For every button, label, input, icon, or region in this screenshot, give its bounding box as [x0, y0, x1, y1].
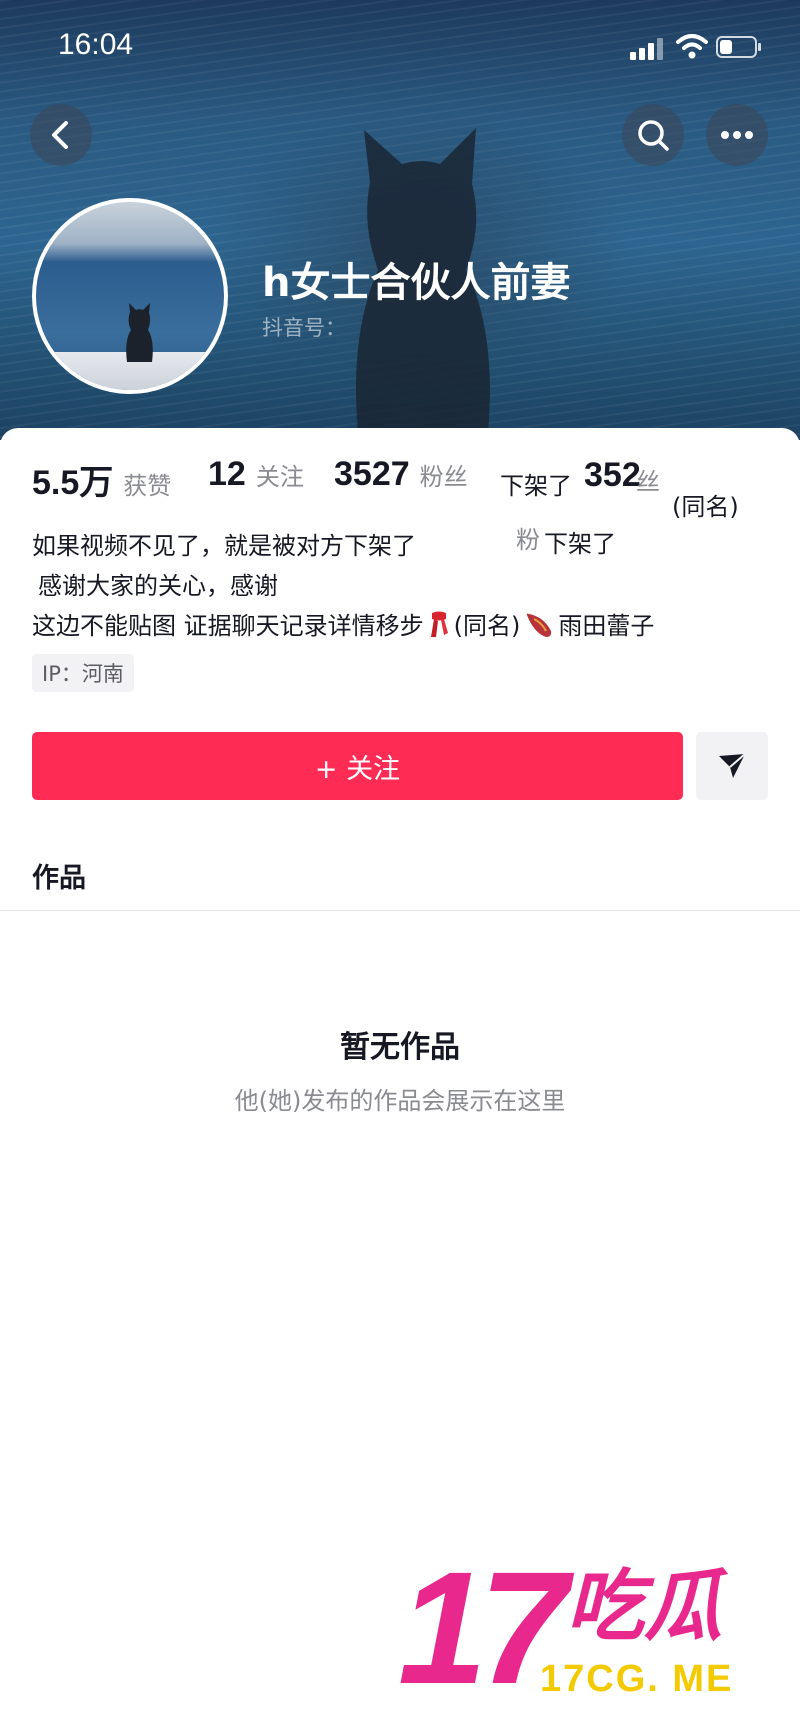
status-time: 16:04	[58, 28, 134, 61]
avatar-cat-image	[126, 303, 153, 362]
bio-text: (同名)	[453, 612, 521, 640]
tab-works[interactable]: 作品	[32, 856, 86, 895]
empty-state-subtitle: 他(她)发布的作品会展示在这里	[234, 1087, 566, 1115]
more-icon	[721, 131, 753, 139]
sweet-potato-emoji-icon	[527, 613, 552, 637]
back-arrow-icon	[52, 121, 68, 149]
search-icon	[638, 120, 669, 151]
glitch-fragment: (同名)	[672, 493, 739, 521]
stat-likes-label: 获赞	[123, 472, 172, 500]
battery-icon	[716, 36, 761, 58]
stat-following-label: 关注	[255, 463, 304, 491]
empty-state-title: 暂无作品	[340, 1030, 460, 1065]
more-options-button[interactable]	[706, 104, 768, 166]
signal-icon	[630, 38, 663, 60]
glitch-fragment: 352	[584, 456, 641, 494]
share-send-icon	[719, 753, 746, 778]
stat-fans-label: 粉丝	[419, 463, 468, 491]
stat-fans[interactable]: 3527 粉丝	[334, 455, 468, 494]
douyin-id[interactable]: 抖音号：	[262, 312, 346, 342]
tab-divider	[0, 910, 800, 911]
stat-fans-value: 3527	[334, 455, 410, 493]
stat-following[interactable]: 12 关注	[208, 455, 304, 494]
stat-following-value: 12	[208, 455, 246, 493]
watermark-number: 17	[398, 1538, 568, 1717]
search-button[interactable]	[622, 104, 684, 166]
glitch-fragment: 下架了	[544, 530, 616, 558]
watermark-url: 17CG. ME	[540, 1658, 734, 1700]
glitch-fragment: 粉	[516, 526, 540, 554]
back-button[interactable]	[30, 104, 92, 166]
ip-location-tag: IP：河南	[32, 654, 134, 692]
follow-button[interactable]: + 关注	[32, 732, 683, 800]
bio-line: 这边不能贴图 证据聊天记录详情移步 (同名) 雨田蕾子	[32, 606, 654, 641]
bio-text: 雨田蕾子	[558, 612, 655, 640]
bio-line: 感谢大家的关心，感谢	[38, 572, 278, 600]
bio-line: 如果视频不见了，就是被对方下架了	[32, 532, 416, 560]
share-button[interactable]	[696, 732, 768, 800]
profile-nickname: h女士合伙人前妻	[262, 260, 571, 306]
scarf-emoji-icon	[430, 611, 448, 637]
wifi-icon	[676, 34, 708, 59]
bio-text: 这边不能贴图 证据聊天记录详情移步	[32, 612, 424, 640]
stat-likes-value: 5.5万	[32, 464, 114, 502]
stat-likes: 5.5万 获赞	[32, 455, 171, 504]
watermark-text: 吃瓜	[566, 1562, 723, 1652]
avatar[interactable]	[32, 198, 228, 394]
glitch-fragment: 下架了	[500, 472, 572, 500]
glitch-fragment: 丝	[636, 468, 660, 496]
